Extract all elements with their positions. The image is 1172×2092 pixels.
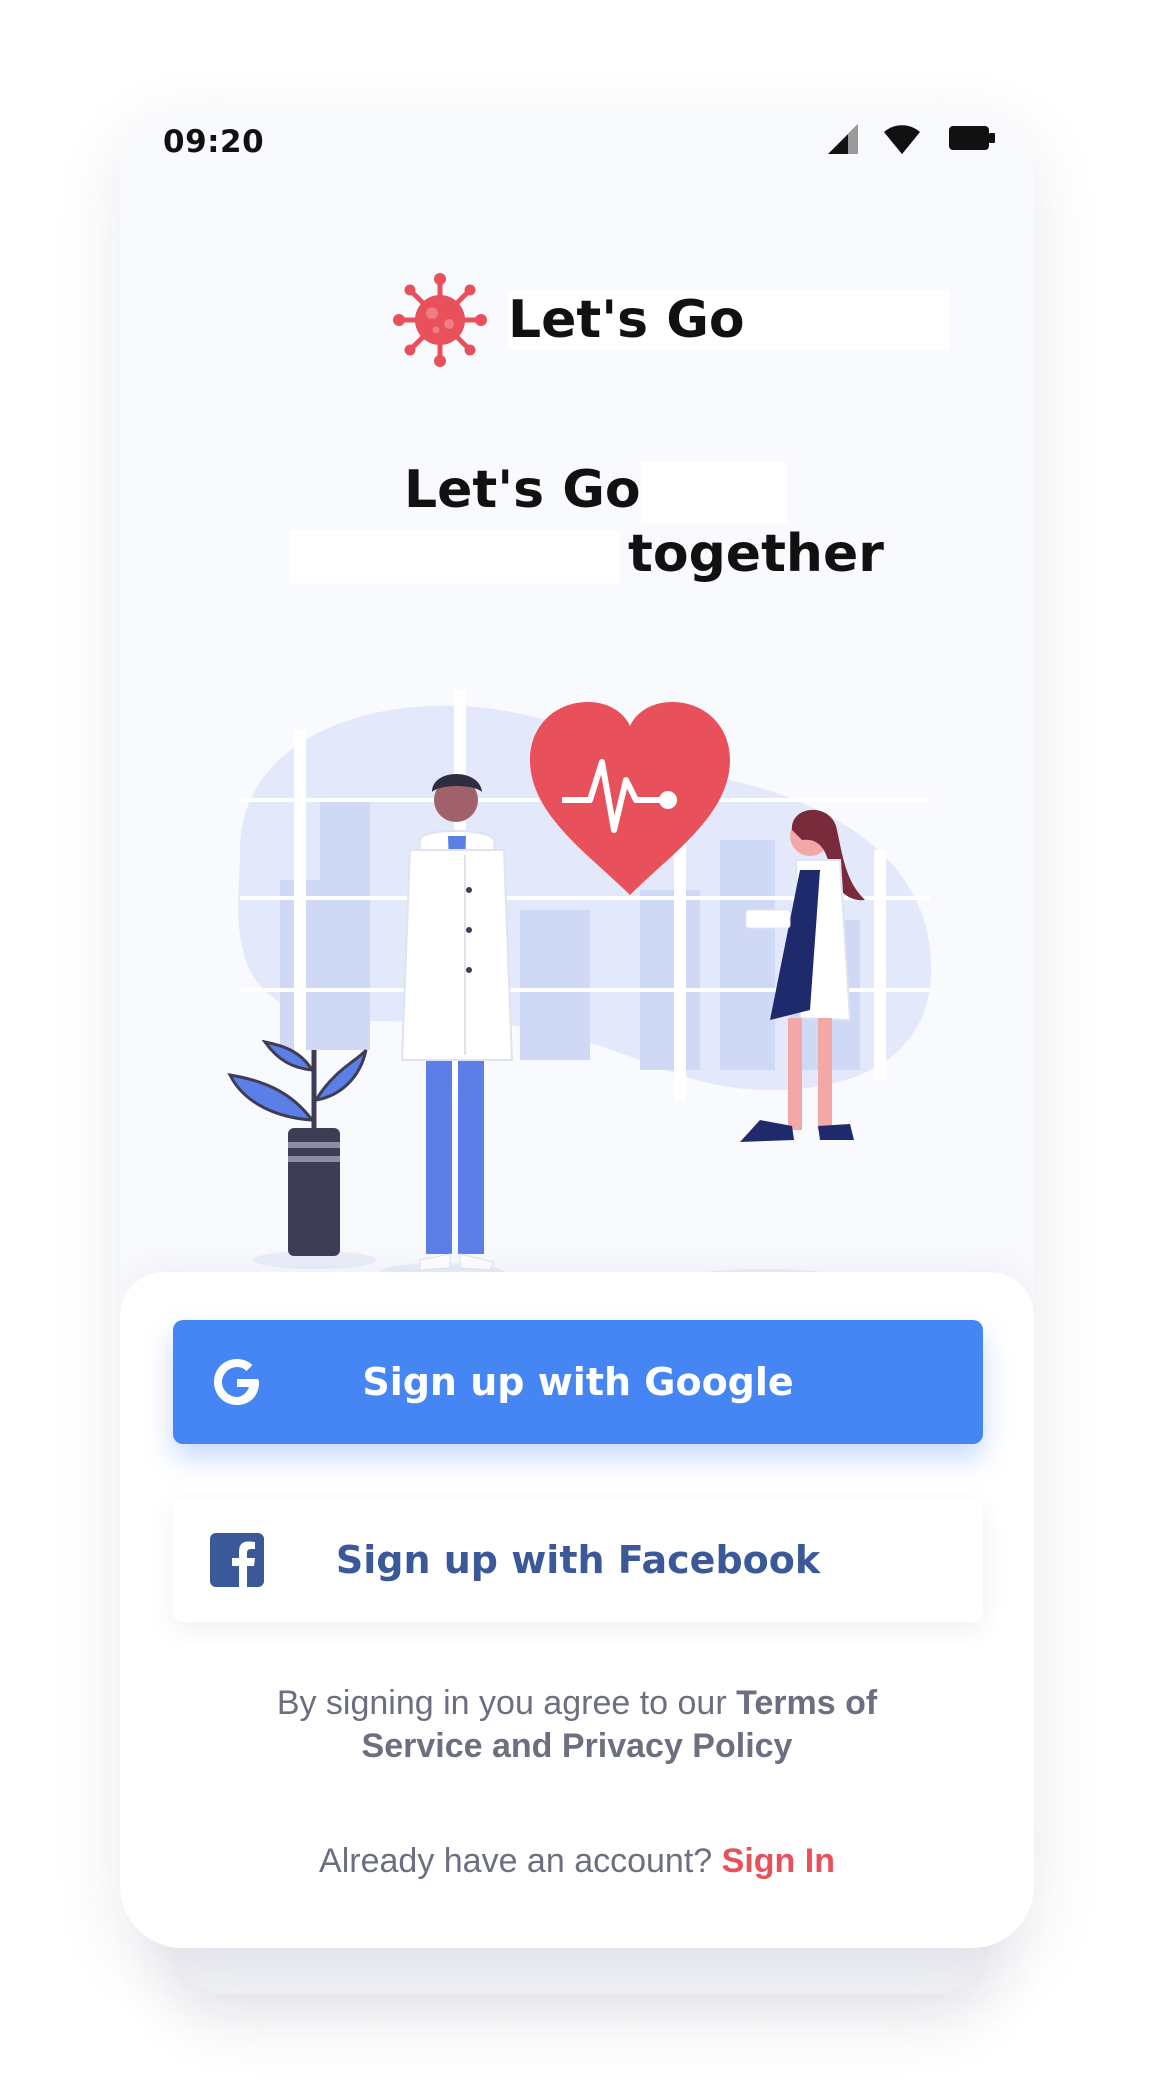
signin-link[interactable]: Sign In: [722, 1842, 835, 1880]
headline-line-1: Let's Go: [404, 460, 641, 520]
wifi-icon: [884, 125, 920, 154]
terms-prefix: By signing in you agree to our: [276, 1684, 737, 1722]
cellular-signal-icon: [828, 124, 858, 154]
signin-prompt: Already have an account? Sign In: [120, 1842, 1034, 1881]
app-name: Let's Go: [508, 290, 949, 350]
terms-link-part-1[interactable]: Terms of: [736, 1684, 877, 1722]
status-bar: 09:20: [120, 110, 1034, 170]
google-button-label: Sign up with Google: [362, 1360, 794, 1404]
auth-panel: Sign up with Google Sign up with Faceboo…: [120, 1272, 1034, 1948]
virus-icon: [393, 273, 487, 367]
facebook-signup-button[interactable]: Sign up with Facebook: [173, 1498, 983, 1622]
status-time: 09:20: [163, 124, 265, 160]
app-logo: Let's Go: [392, 265, 949, 375]
phone-screen: 09:20 Let's Go Let's Go together Sign up…: [120, 110, 1034, 1948]
terms-link-part-2[interactable]: Service and Privacy Policy: [362, 1727, 793, 1765]
doctors-illustration: [227, 690, 932, 1287]
headline-redaction-2: [290, 530, 620, 584]
signin-prompt-text: Already have an account?: [319, 1842, 722, 1880]
google-icon: [214, 1359, 259, 1405]
headline-line-2: together: [628, 524, 884, 584]
google-signup-button[interactable]: Sign up with Google: [173, 1320, 983, 1444]
facebook-button-label: Sign up with Facebook: [335, 1538, 821, 1582]
terms-notice: By signing in you agree to our Terms of …: [120, 1682, 1034, 1768]
headline-redaction: [640, 462, 787, 524]
facebook-icon: [210, 1533, 264, 1587]
battery-icon: [949, 126, 995, 150]
